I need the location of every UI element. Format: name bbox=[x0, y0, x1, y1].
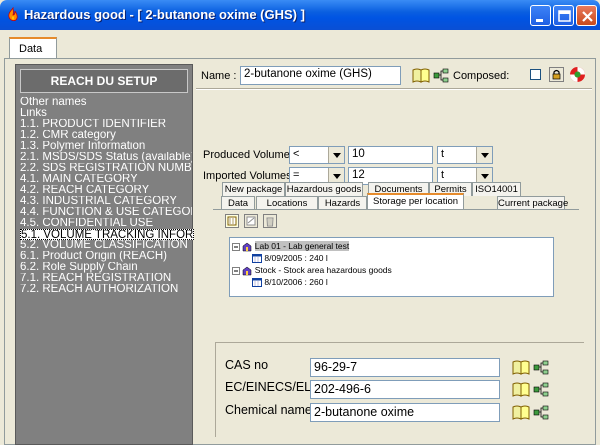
tab-hazardous-goods[interactable]: Hazardous goods bbox=[285, 182, 363, 196]
tree-node-lab01[interactable]: Lab 01 - Lab general test bbox=[232, 241, 350, 252]
sidebar: REACH DU SETUP Other names Links 1.1. PR… bbox=[15, 64, 194, 445]
imported-volumes-label: Imported Volumes bbox=[203, 170, 292, 182]
sidebar-item-main-category[interactable]: 4.1. MAIN CATEGORY bbox=[20, 174, 192, 185]
sidebar-item-other-names[interactable]: Other names bbox=[20, 97, 192, 108]
window-title: Hazardous good - [ 2-butanone oxime (GHS… bbox=[24, 7, 305, 22]
sidebar-item-product-identifier[interactable]: 1.1. PRODUCT IDENTIFIER bbox=[20, 119, 192, 130]
new-document-icon[interactable] bbox=[225, 214, 239, 228]
calendar-icon bbox=[252, 254, 262, 264]
title-bar[interactable]: Hazardous good - [ 2-butanone oxime (GHS… bbox=[0, 0, 600, 30]
structure-tree-icon[interactable] bbox=[533, 405, 549, 420]
main-tab-strip: Data bbox=[0, 30, 600, 59]
application-window: Hazardous good - [ 2-butanone oxime (GHS… bbox=[0, 0, 600, 445]
tree-node-stock[interactable]: Stock - Stock area hazardous goods bbox=[232, 265, 392, 276]
sidebar-item-msds-status[interactable]: 2.1. MSDS/SDS Status (available) bbox=[20, 152, 192, 163]
produced-value-field[interactable]: 10 bbox=[348, 146, 433, 164]
sidebar-item-sds-registration-number[interactable]: 2.2. SDS REGISTRATION NUMBER bbox=[20, 163, 192, 174]
tab-locations[interactable]: Locations bbox=[256, 196, 318, 210]
book-icon[interactable] bbox=[412, 67, 430, 83]
close-button[interactable] bbox=[576, 5, 597, 26]
sidebar-item-role-supply-chain[interactable]: 6.2. Role Supply Chain bbox=[20, 262, 192, 273]
tab-data-sub[interactable]: Data bbox=[221, 196, 255, 210]
delete-trash-icon[interactable] bbox=[263, 214, 277, 228]
sidebar-header: REACH DU SETUP bbox=[20, 69, 188, 93]
edit-document-icon[interactable] bbox=[244, 214, 258, 228]
produced-unit-select[interactable]: t bbox=[437, 146, 493, 164]
sidebar-item-links[interactable]: Links bbox=[20, 108, 192, 119]
location-icon bbox=[243, 242, 252, 251]
tab-storage-per-location[interactable]: Storage per location bbox=[367, 193, 464, 209]
separator bbox=[196, 88, 592, 90]
hazard-flame-icon bbox=[5, 6, 21, 23]
sidebar-item-polymer-information[interactable]: 1.3. Polymer Information bbox=[20, 141, 192, 152]
sidebar-item-reach-registration[interactable]: 7.1. REACH REGISTRATION bbox=[20, 273, 192, 284]
sidebar-item-volume-tracking[interactable]: 5.1. VOLUME TRACKING INFORMAT bbox=[20, 229, 194, 240]
lock-icon[interactable] bbox=[549, 67, 564, 82]
sidebar-item-confidential-use[interactable]: 4.5. CONFIDENTIAL USE bbox=[20, 218, 192, 229]
tree-node-label: Stock - Stock area hazardous goods bbox=[254, 265, 392, 275]
sidebar-item-reach-authorization[interactable]: 7.2. REACH AUTHORIZATION bbox=[20, 284, 192, 295]
book-icon[interactable] bbox=[512, 359, 530, 375]
sidebar-item-product-origin[interactable]: 6.1. Product Origin (REACH) bbox=[20, 251, 192, 262]
minimize-button[interactable] bbox=[530, 5, 551, 26]
cas-label: CAS no bbox=[225, 358, 269, 372]
close-icon bbox=[582, 11, 593, 22]
tab-current-package[interactable]: Current package bbox=[497, 196, 568, 210]
sidebar-item-volume-classification[interactable]: 5.2. VOLUME CLASSIFICATION bbox=[20, 240, 192, 251]
cas-field[interactable]: 96-29-7 bbox=[310, 358, 500, 377]
chemical-name-label: Chemical name bbox=[225, 403, 312, 417]
sidebar-item-function-use-category[interactable]: 4.4. FUNCTION & USE CATEGORY bbox=[20, 207, 192, 218]
sidebar-menu: Other names Links 1.1. PRODUCT IDENTIFIE… bbox=[20, 97, 194, 295]
tab-new-package[interactable]: New package bbox=[222, 182, 285, 196]
lifebuoy-icon[interactable] bbox=[569, 66, 586, 83]
structure-tree-icon[interactable] bbox=[533, 382, 549, 397]
tab-hazards[interactable]: Hazards bbox=[318, 196, 367, 210]
sidebar-item-reach-category[interactable]: 4.2. REACH CATEGORY bbox=[20, 185, 192, 196]
tree-leaf-label: 8/10/2006 : 260 l bbox=[264, 277, 328, 287]
name-label: Name : bbox=[201, 70, 237, 82]
composed-label: Composed: bbox=[453, 70, 510, 82]
name-field[interactable]: 2-butanone oxime (GHS) bbox=[240, 66, 401, 85]
structure-tree-icon[interactable] bbox=[433, 68, 449, 83]
tab-iso14001[interactable]: ISO14001 bbox=[472, 182, 521, 196]
book-icon[interactable] bbox=[512, 404, 530, 420]
tab-data[interactable]: Data bbox=[9, 37, 57, 59]
tree-leaf-label: 8/09/2005 : 240 l bbox=[264, 253, 328, 263]
produced-volumes-label: Produced Volumes bbox=[203, 149, 296, 161]
location-icon bbox=[243, 266, 252, 275]
structure-tree-icon[interactable] bbox=[533, 360, 549, 375]
chevron-down-icon[interactable] bbox=[476, 147, 492, 163]
collapse-icon bbox=[232, 242, 240, 251]
composed-checkbox[interactable] bbox=[530, 69, 541, 80]
tree-node-label: Lab 01 - Lab general test bbox=[254, 241, 350, 251]
sidebar-item-cmr-category[interactable]: 1.2. CMR category bbox=[20, 130, 192, 141]
chevron-down-icon[interactable] bbox=[328, 147, 344, 163]
tree-leaf-stock[interactable]: 8/10/2006 : 260 l bbox=[252, 277, 328, 288]
collapse-icon bbox=[232, 266, 240, 275]
sidebar-item-industrial-category[interactable]: 4.3. INDUSTRIAL CATEGORY bbox=[20, 196, 192, 207]
book-icon[interactable] bbox=[512, 381, 530, 397]
minimize-icon bbox=[536, 19, 543, 22]
maximize-button[interactable] bbox=[553, 5, 574, 26]
ec-label: EC/EINECS/EL bbox=[225, 380, 312, 394]
ec-field[interactable]: 202-496-6 bbox=[310, 380, 500, 399]
produced-operator-select[interactable]: < bbox=[289, 146, 345, 164]
tree-leaf-lab01[interactable]: 8/09/2005 : 240 l bbox=[252, 253, 328, 264]
chemical-name-field[interactable]: 2-butanone oxime bbox=[310, 403, 500, 422]
maximize-icon bbox=[558, 10, 571, 22]
calendar-icon bbox=[252, 278, 262, 288]
storage-tree[interactable]: Lab 01 - Lab general test 8/09/2005 : 24… bbox=[229, 237, 554, 297]
